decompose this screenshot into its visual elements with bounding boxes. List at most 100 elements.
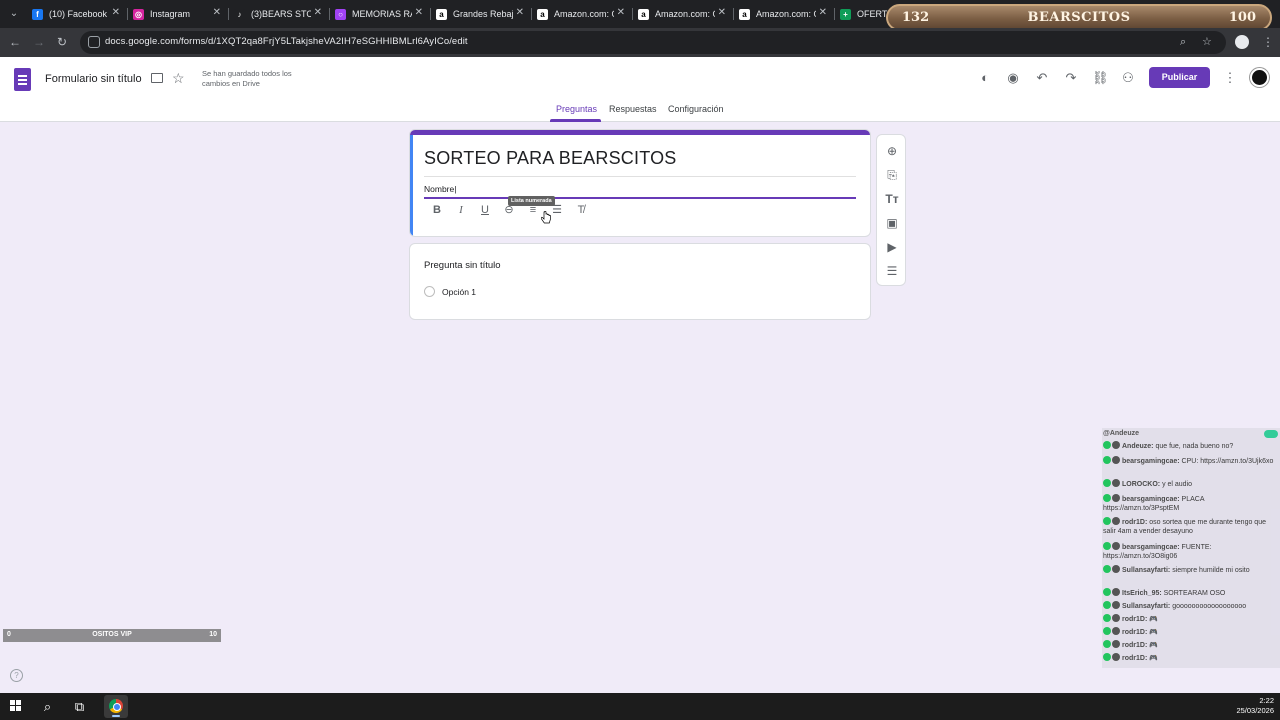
close-tab-icon[interactable]: ✕	[112, 7, 120, 18]
chat-message: LOROCKO: y el audio	[1103, 479, 1279, 490]
form-title[interactable]: SORTEO PARA BEARSCITOS	[424, 148, 676, 169]
chat-header: @Andeuze	[1102, 429, 1280, 439]
browser-tab-label: (3)BEARS STORE	[251, 9, 311, 19]
focus-left-bar	[410, 135, 413, 236]
close-tab-icon[interactable]: ✕	[617, 7, 625, 18]
tab-preguntas[interactable]: Preguntas	[556, 104, 597, 114]
close-tab-icon[interactable]: ✕	[213, 7, 221, 18]
chat-badge-icon	[1103, 601, 1111, 609]
windows-start-icon[interactable]	[10, 700, 22, 712]
amazon-icon: a	[436, 8, 447, 20]
browser-tab[interactable]: ♪ (3)BEARS STORE✕	[234, 4, 322, 24]
url-text[interactable]: docs.google.com/forms/d/1XQT2qa8FrjY5LTa…	[105, 36, 468, 47]
tab-configuracion[interactable]: Configuración	[668, 104, 724, 114]
add-video-icon[interactable]: ▶	[884, 239, 900, 255]
tab-separator	[834, 8, 835, 20]
tab-respuestas[interactable]: Respuestas	[609, 104, 657, 114]
move-to-folder-icon[interactable]	[151, 73, 163, 83]
chat-message: Sullansayfarti: goooooooooooooooooo	[1103, 601, 1279, 612]
palette-icon[interactable]: ◐	[977, 70, 993, 86]
add-question-icon[interactable]: ⊕	[884, 143, 900, 159]
bold-icon[interactable]: B	[430, 203, 444, 217]
browser-tab[interactable]: a Grandes Rebajas✕	[436, 4, 524, 24]
close-tab-icon[interactable]: ✕	[314, 7, 322, 18]
chat-username: rodr1D:	[1122, 616, 1148, 623]
close-tab-icon[interactable]: ✕	[819, 7, 827, 18]
site-info-icon[interactable]	[88, 36, 100, 48]
tab-search-chevron-icon[interactable]: ⌄	[6, 6, 22, 22]
amazon-icon: a	[537, 8, 548, 20]
star-icon[interactable]: ☆	[172, 70, 185, 87]
add-collaborator-icon[interactable]: ⚇	[1120, 70, 1136, 86]
address-bar[interactable]: docs.google.com/forms/d/1XQT2qa8FrjY5LTa…	[80, 31, 1226, 54]
chat-username: ItsErich_95:	[1122, 590, 1162, 597]
redo-icon[interactable]: ↷	[1063, 70, 1079, 86]
clear-formatting-icon[interactable]: T̸	[574, 203, 588, 217]
browser-menu-icon[interactable]: ⋮	[1262, 35, 1274, 49]
option-radio[interactable]	[424, 286, 435, 297]
add-image-icon[interactable]: ▣	[884, 215, 900, 231]
tab-separator	[632, 8, 633, 20]
browser-tab[interactable]: +OFERTAS	[840, 4, 892, 24]
italic-icon[interactable]: I	[454, 203, 468, 217]
chat-avatar-icon	[1112, 588, 1120, 596]
option-label[interactable]: Opción 1	[442, 287, 476, 297]
clock-time: 2:22	[1259, 696, 1274, 705]
chat-username: Sullansayfarti:	[1122, 567, 1171, 574]
chat-text: CPU: https://amzn.to/3Ujk6xo	[1181, 458, 1274, 465]
close-tab-icon[interactable]: ✕	[415, 7, 423, 18]
bookmark-star-icon[interactable]: ☆	[1202, 37, 1212, 48]
add-title-icon[interactable]: Tт	[884, 191, 900, 207]
reload-icon[interactable]: ↻	[55, 35, 69, 49]
link-icon[interactable]: ⛓	[1092, 70, 1109, 86]
vip-progress-bar: 0 OSITOS VIP 10	[3, 629, 221, 642]
browser-tab[interactable]: ○ MEMORIAS RANCHERAS✕	[335, 4, 423, 24]
publish-button[interactable]: Publicar	[1149, 67, 1210, 88]
chrome-taskbar-button[interactable]	[104, 695, 128, 718]
browser-tab[interactable]: a Amazon.com: Ofertas✕	[638, 4, 726, 24]
chat-badge-icon	[1103, 441, 1111, 449]
underline-icon[interactable]: U	[478, 203, 492, 217]
profile-extension-icon[interactable]	[1235, 35, 1249, 49]
chat-username: rodr1D:	[1122, 642, 1148, 649]
browser-tab[interactable]: f (10) Facebook ✕	[32, 4, 120, 24]
chat-text: siempre humilde mi osito	[1172, 567, 1250, 574]
google-forms-logo-icon[interactable]	[14, 68, 31, 91]
browser-tab[interactable]: a Amazon.com: Ofertas✕	[537, 4, 625, 24]
browser-tab-label: Instagram	[150, 9, 191, 19]
task-view-icon[interactable]: ⧉	[72, 699, 87, 714]
active-tab-indicator	[550, 119, 601, 122]
preview-eye-icon[interactable]: ◉	[1005, 70, 1021, 86]
chat-avatar-icon	[1112, 456, 1120, 464]
search-icon[interactable]: ⌕	[40, 699, 55, 714]
import-questions-icon[interactable]: ⎘	[884, 167, 900, 183]
system-clock[interactable]: 2:22 25/03/2026	[1236, 696, 1274, 716]
form-tabs: Preguntas Respuestas Configuración	[0, 104, 1280, 122]
avatar[interactable]	[1250, 68, 1269, 87]
undo-icon[interactable]: ↶	[1034, 70, 1050, 86]
chat-avatar-icon	[1112, 601, 1120, 609]
chat-username: rodr1D:	[1122, 519, 1148, 526]
add-section-icon[interactable]: ☰	[884, 263, 900, 279]
document-title[interactable]: Formulario sin título	[45, 73, 142, 85]
browser-tab-label: MEMORIAS RANCHERAS	[352, 9, 412, 19]
browser-tab[interactable]: a Amazon.com: Ofertas✕	[739, 4, 827, 24]
form-description-input[interactable]: Nombre|	[424, 184, 456, 194]
question-title[interactable]: Pregunta sin título	[424, 260, 501, 271]
chat-badge-icon	[1103, 627, 1111, 635]
chat-username: bearsgamingcae:	[1122, 496, 1180, 503]
more-options-icon[interactable]: ⋮	[1222, 70, 1238, 86]
facebook-icon: f	[32, 8, 43, 20]
zoom-icon[interactable]: ⌕	[1180, 37, 1186, 48]
chat-message: bearsgamingcae: PLACA https://amzn.to/3P…	[1103, 494, 1279, 513]
close-tab-icon[interactable]: ✕	[718, 7, 726, 18]
browser-tab[interactable]: ◎ Instagram ✕	[133, 4, 221, 24]
help-icon[interactable]: ?	[10, 669, 23, 682]
back-icon[interactable]: ←	[8, 35, 22, 49]
forward-icon[interactable]: →	[32, 35, 46, 49]
chat-message: rodr1D: 🎮	[1103, 627, 1279, 638]
numbered-list-tooltip: Lista numerada	[508, 196, 555, 206]
close-tab-icon[interactable]: ✕	[516, 7, 524, 18]
form-title-card[interactable]: SORTEO PARA BEARSCITOS Nombre| B I U ⊖ ≡…	[409, 129, 871, 237]
question-card[interactable]: Pregunta sin título Opción 1	[409, 243, 871, 320]
